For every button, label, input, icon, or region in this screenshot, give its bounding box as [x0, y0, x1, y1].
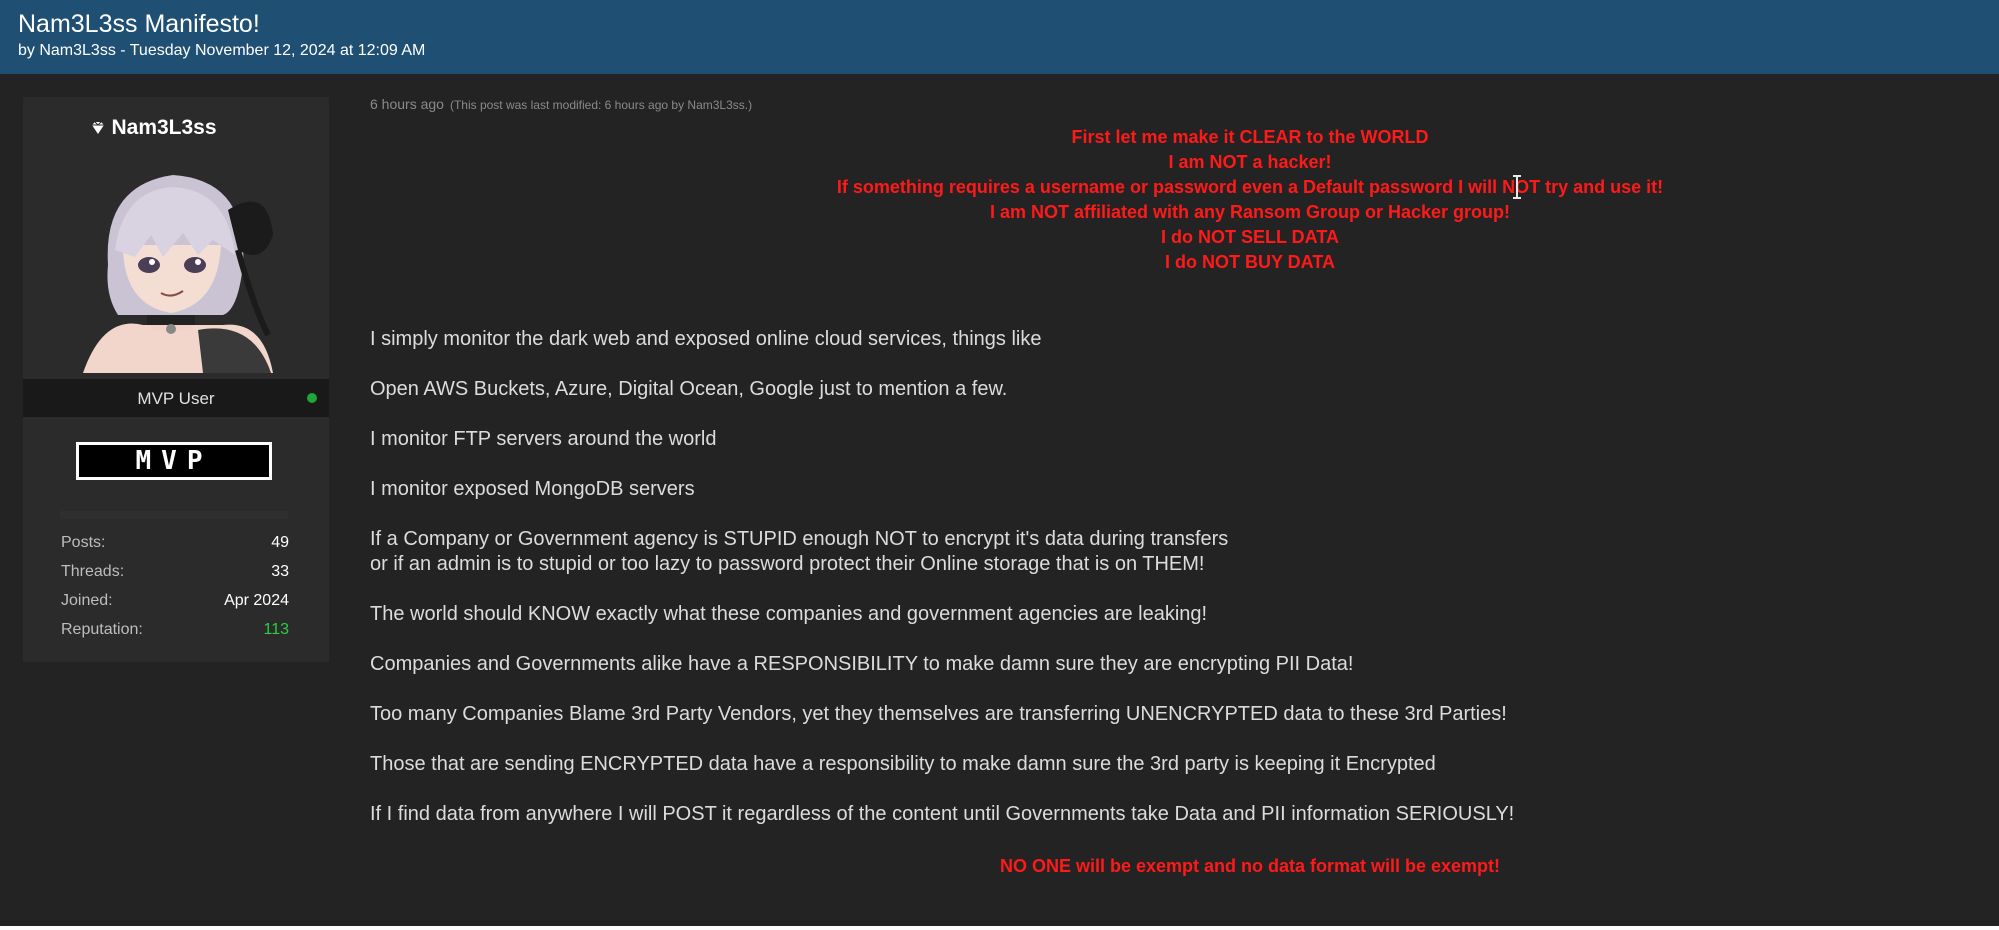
post-modified-note: (This post was last modified: 6 hours ag…: [449, 98, 753, 112]
body-line: If I find data from anywhere I will POST…: [370, 803, 1515, 825]
body-line: If a Company or Government agency is STU…: [370, 528, 1229, 550]
body-line: I monitor FTP servers around the world: [370, 428, 717, 450]
avatar[interactable]: [23, 145, 329, 375]
stat-row-posts: Posts: 49: [61, 534, 289, 552]
online-status-dot: [307, 393, 317, 403]
avatar-image: [83, 175, 273, 373]
body-line: I monitor exposed MongoDB servers: [370, 478, 695, 500]
page: Nam3L3ss Manifesto! by Nam3L3ss - Tuesda…: [0, 0, 1999, 930]
username-link[interactable]: Nam3L3ss: [89, 116, 217, 140]
thread-byline: by Nam3L3ss - Tuesday November 12, 2024 …: [18, 42, 426, 59]
thread-title: Nam3L3ss Manifesto!: [18, 10, 260, 38]
notice-line: First let me make it CLEAR to the WORLD: [1071, 127, 1429, 147]
post-meta: 6 hours ago (This post was last modified:…: [370, 96, 752, 112]
body-line: Those that are sending ENCRYPTED data ha…: [370, 753, 1436, 775]
body-line: The world should KNOW exactly what these…: [370, 603, 1208, 625]
stats-divider: [60, 511, 288, 519]
thread-header: Nam3L3ss Manifesto! by Nam3L3ss - Tuesda…: [0, 0, 1999, 74]
stat-label: Reputation:: [61, 621, 143, 638]
stat-label: Joined:: [61, 592, 113, 609]
stat-value: Apr 2024: [224, 592, 289, 609]
stat-value: 49: [271, 534, 289, 551]
reputation-value[interactable]: 113: [263, 621, 289, 639]
post-time[interactable]: 6 hours ago: [370, 96, 444, 112]
diamond-icon: [92, 121, 105, 134]
stat-label: Posts:: [61, 534, 106, 551]
username-text: Nam3L3ss: [111, 116, 217, 139]
rank-bar: MVP User: [23, 379, 329, 417]
stat-row-joined: Joined: Apr 2024: [61, 592, 289, 610]
text-cursor-icon: [1513, 175, 1521, 199]
notice-line: I do NOT SELL DATA: [1161, 227, 1339, 247]
bottom-edge: [0, 926, 1999, 930]
closing-line: NO ONE will be exempt and no data format…: [999, 856, 1501, 876]
rank-label: MVP User: [137, 389, 215, 408]
body-line: Too many Companies Blame 3rd Party Vendo…: [370, 703, 1507, 725]
body-line: Open AWS Buckets, Azure, Digital Ocean, …: [370, 378, 1008, 400]
stat-label: Threads:: [61, 563, 125, 580]
notice-line: I do NOT BUY DATA: [1165, 252, 1335, 272]
username-row: Nam3L3ss: [0, 116, 306, 142]
stat-row-threads: Threads: 33: [61, 563, 289, 581]
body-line: or if an admin is to stupid or too lazy …: [370, 553, 1205, 575]
stat-row-reputation: Reputation: 113: [61, 621, 289, 639]
notice-line: I am NOT affiliated with any Ransom Grou…: [989, 202, 1511, 222]
body-line: Companies and Governments alike have a R…: [370, 653, 1354, 675]
notice-line: If something requires a username or pass…: [836, 177, 1664, 197]
stat-value: 33: [271, 563, 289, 580]
mvp-badge: MVP: [76, 442, 272, 480]
body-line: I simply monitor the dark web and expose…: [370, 328, 1042, 350]
notice-line: I am NOT a hacker!: [1168, 152, 1332, 172]
